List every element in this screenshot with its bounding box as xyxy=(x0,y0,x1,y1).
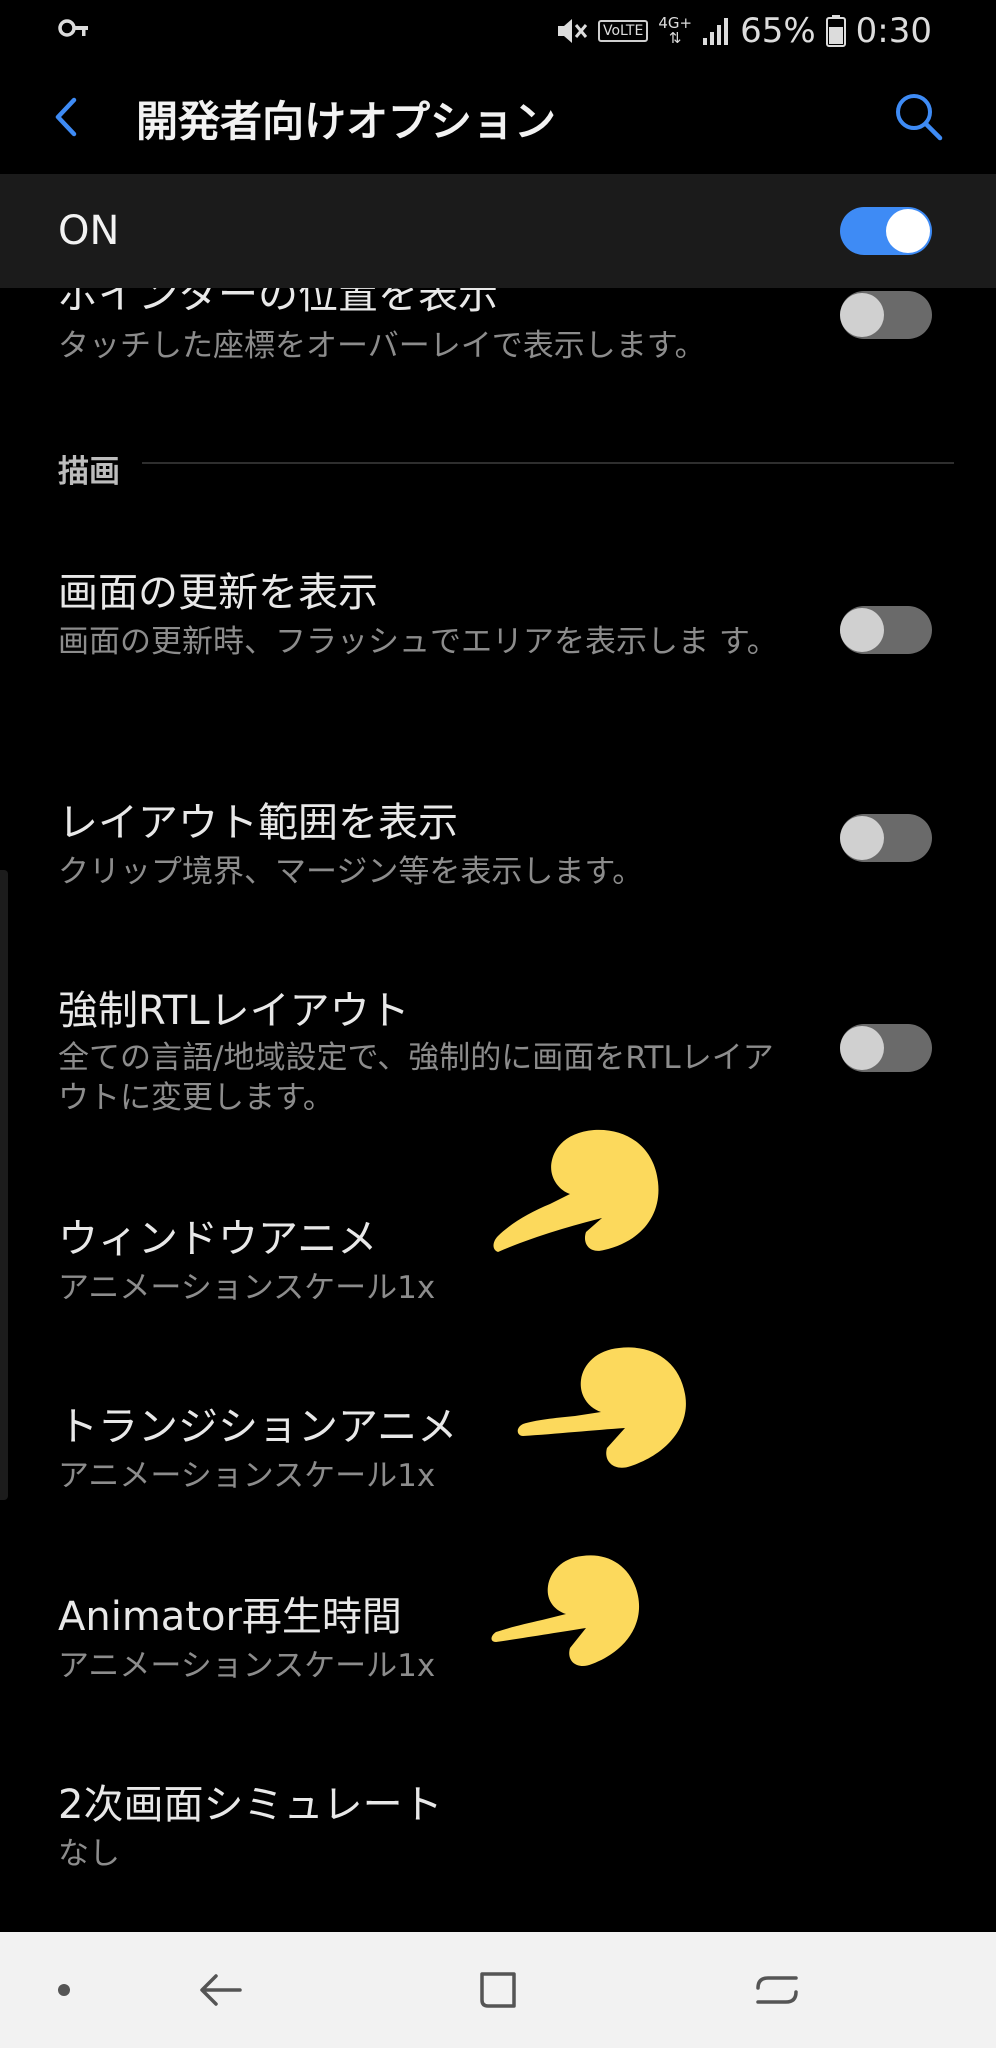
home-nav-icon[interactable] xyxy=(474,1964,524,2016)
section-divider xyxy=(142,462,954,464)
battery-icon xyxy=(825,15,846,47)
dot-icon xyxy=(58,1984,70,1996)
surface-updates-toggle[interactable] xyxy=(840,606,932,654)
pointer-location-subtitle: タッチした座標をオーバーレイで表示します。 xyxy=(58,328,706,364)
search-icon[interactable] xyxy=(892,90,944,142)
layout-bounds-subtitle: クリップ境界、マージン等を表示します。 xyxy=(58,854,644,890)
pointer-location-toggle[interactable] xyxy=(840,291,932,339)
pointer-location-title: ポインターの位置を表示 xyxy=(58,288,498,318)
pointer-location-title-clip: ポインターの位置を表示 xyxy=(58,288,838,318)
mute-icon xyxy=(557,19,588,43)
master-switch-bar[interactable]: ON xyxy=(0,174,996,288)
scrollbar[interactable] xyxy=(0,870,8,1500)
volte-badge: VoLTE xyxy=(597,20,649,42)
toggle-knob xyxy=(840,1026,884,1070)
network-indicator: 4G+ ⇅ xyxy=(658,16,692,46)
force-rtl-title[interactable]: 強制RTLレイアウト xyxy=(58,978,410,1036)
toggle-knob xyxy=(886,209,930,253)
surface-updates-subtitle: 画面の更新時、フラッシュでエリアを表示しま す。 xyxy=(58,624,778,660)
recents-nav-icon[interactable] xyxy=(752,1962,802,2018)
back-nav-icon[interactable] xyxy=(196,1962,246,2018)
data-arrows-icon: ⇅ xyxy=(668,29,682,47)
status-bar: VoLTE 4G+ ⇅ 65% 0:30 xyxy=(0,0,996,62)
pointing-hand-icon xyxy=(493,1129,659,1252)
pointing-hand-icon xyxy=(491,1555,640,1667)
toggle-knob xyxy=(840,816,884,860)
transition-anim-title[interactable]: トランジションアニメ xyxy=(58,1394,457,1452)
window-anim-subtitle: アニメーションスケール1x xyxy=(58,1270,436,1306)
secondary-display-subtitle: なし xyxy=(58,1836,120,1872)
master-toggle[interactable] xyxy=(840,207,932,255)
section-header-drawing: 描画 xyxy=(58,454,120,490)
navigation-bar xyxy=(0,1932,996,2048)
master-switch-label: ON xyxy=(58,208,120,254)
window-anim-title[interactable]: ウィンドウアニメ xyxy=(58,1206,377,1264)
battery-percent: 65% xyxy=(740,11,816,51)
clock: 0:30 xyxy=(855,11,932,51)
page-title: 開発者向けオプション xyxy=(136,97,557,146)
animator-duration-title[interactable]: Animator再生時間 xyxy=(58,1584,402,1642)
surface-updates-title[interactable]: 画面の更新を表示 xyxy=(58,560,378,618)
toggle-knob xyxy=(840,608,884,652)
secondary-display-title[interactable]: 2次画面シミュレート xyxy=(58,1772,443,1830)
app-header: 開発者向けオプション xyxy=(0,62,996,174)
force-rtl-subtitle: 全ての言語/地域設定で、強制的に画面をRTLレイアウトに変更します。 xyxy=(58,1040,774,1116)
toggle-knob xyxy=(840,293,884,337)
pointing-hand-icon xyxy=(517,1347,686,1468)
key-icon xyxy=(58,19,88,37)
back-arrow-icon[interactable] xyxy=(48,92,88,142)
layout-bounds-toggle[interactable] xyxy=(840,814,932,862)
layout-bounds-title[interactable]: レイアウト範囲を表示 xyxy=(58,790,458,848)
signal-icon xyxy=(703,18,729,45)
force-rtl-toggle[interactable] xyxy=(840,1024,932,1072)
animator-duration-subtitle: アニメーションスケール1x xyxy=(58,1648,436,1684)
